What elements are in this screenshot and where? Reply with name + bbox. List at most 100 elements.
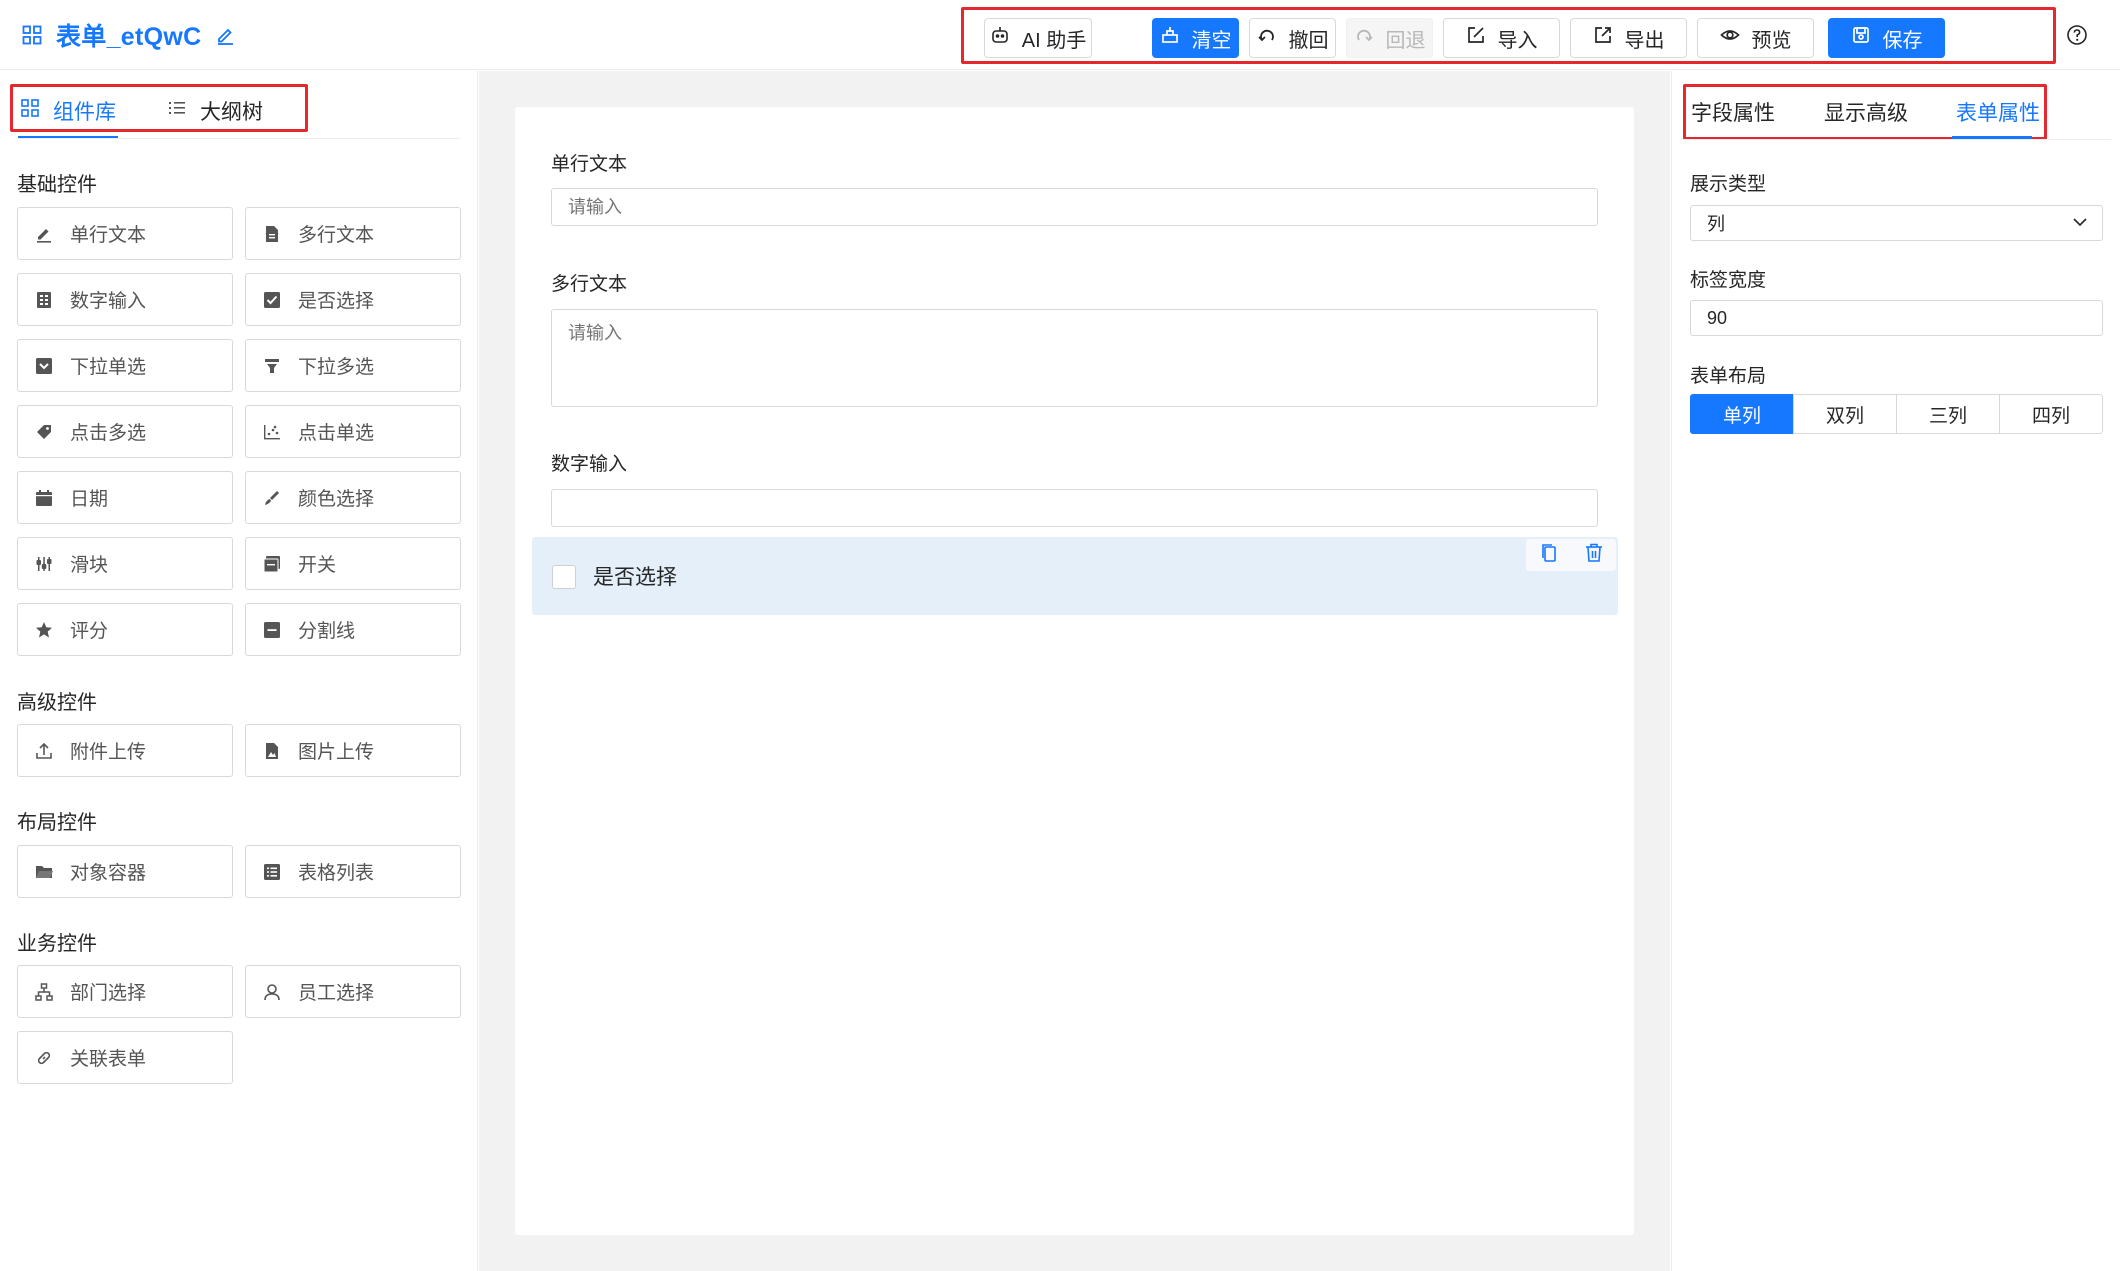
label-width-input[interactable]: 90 [1690,300,2103,336]
component-library-panel: 组件库 大纲树 基础控件 单行文本 多行文本 数字输入 是否选择 下拉单选 下拉… [0,71,478,1271]
component-yes-no[interactable]: 是否选择 [245,273,461,326]
component-rating[interactable]: 评分 [17,603,233,656]
number-input[interactable] [551,489,1598,527]
component-linked-form[interactable]: 关联表单 [17,1031,233,1084]
layout-option-triple[interactable]: 三列 [1896,394,2000,434]
component-label: 点击多选 [70,423,147,444]
display-type-select[interactable]: 列 [1690,205,2103,241]
component-label: 日期 [70,489,109,510]
single-line-text-input[interactable] [551,188,1598,226]
grid-icon [21,99,39,123]
dropdown-square-icon [34,356,54,376]
component-number-input[interactable]: 数字输入 [17,273,233,326]
list-icon [168,99,186,123]
component-date[interactable]: 日期 [17,471,233,524]
layout-option-single[interactable]: 单列 [1690,394,1794,434]
component-label: 部门选择 [70,983,147,1004]
form-layout-label: 表单布局 [1690,366,1767,387]
component-label: 对象容器 [70,863,147,884]
delete-icon[interactable] [1585,543,1603,568]
component-click-single[interactable]: 点击单选 [245,405,461,458]
section-title-business: 业务控件 [17,933,97,955]
divider-icon [262,620,282,640]
redo-label: 回退 [1385,29,1426,52]
component-switch[interactable]: 开关 [245,537,461,590]
component-dropdown-single[interactable]: 下拉单选 [17,339,233,392]
component-label: 分割线 [298,621,356,642]
component-label: 附件上传 [70,742,147,763]
help-icon[interactable] [2066,24,2088,46]
toolbar: AI 助手 清空 撤回 回退 导入 导出 预览 保存 [961,7,2056,64]
selected-field-yes-no[interactable]: 是否选择 [532,537,1618,615]
multi-line-text-input[interactable] [551,309,1598,407]
undo-button[interactable]: 撤回 [1249,18,1336,58]
component-label: 颜色选择 [298,489,375,510]
ai-assistant-button[interactable]: AI 助手 [984,18,1092,58]
component-single-line-text[interactable]: 单行文本 [17,207,233,260]
folder-icon [34,862,54,882]
app-grid-icon[interactable] [22,25,42,45]
tags-icon [34,422,54,442]
component-slider[interactable]: 滑块 [17,537,233,590]
redo-button[interactable]: 回退 [1346,18,1433,58]
undo-label: 撤回 [1288,29,1329,52]
form-layout-segmented: 单列 双列 三列 四列 [1690,394,2103,434]
tabs-divider [18,138,460,139]
properties-panel: 字段属性 显示高级 表单属性 展示类型 列 标签宽度 90 表单布局 单列 双列… [1671,71,2120,1271]
import-label: 导入 [1497,29,1538,52]
component-label: 数字输入 [70,291,147,312]
component-label: 下拉多选 [298,357,375,378]
edit-title-icon[interactable] [215,25,235,45]
component-department-select[interactable]: 部门选择 [17,965,233,1018]
chevron-down-icon [2072,214,2088,235]
component-divider[interactable]: 分割线 [245,603,461,656]
field-actions [1526,539,1616,571]
component-label: 员工选择 [298,983,375,1004]
field-label-number: 数字输入 [551,454,628,475]
eye-icon [1719,25,1740,51]
switch-icon [262,554,282,574]
component-object-container[interactable]: 对象容器 [17,845,233,898]
component-label: 多行文本 [298,225,375,246]
section-title-basic: 基础控件 [17,174,97,196]
export-icon [1593,25,1613,51]
export-button[interactable]: 导出 [1570,18,1687,58]
section-title-advanced: 高级控件 [17,692,97,714]
component-attachment-upload[interactable]: 附件上传 [17,724,233,777]
filter-icon [262,356,282,376]
preview-button[interactable]: 预览 [1697,18,1814,58]
tab-component-library-label: 组件库 [53,101,116,124]
yes-no-checkbox[interactable] [552,565,576,589]
star-icon [34,620,54,640]
import-button[interactable]: 导入 [1443,18,1560,58]
component-table-list[interactable]: 表格列表 [245,845,461,898]
tab-field-properties[interactable]: 字段属性 [1691,97,1775,127]
brush-icon [262,488,282,508]
component-color-picker[interactable]: 颜色选择 [245,471,461,524]
clear-button[interactable]: 清空 [1152,18,1239,58]
component-dropdown-multi[interactable]: 下拉多选 [245,339,461,392]
component-click-multi[interactable]: 点击多选 [17,405,233,458]
copy-icon[interactable] [1540,543,1558,568]
table-list-icon [262,862,282,882]
org-chart-icon [34,982,54,1002]
component-label: 表格列表 [298,863,375,884]
tab-form-properties[interactable]: 表单属性 [1956,97,2040,127]
tab-outline-tree-label: 大纲树 [200,101,263,124]
tab-outline-tree[interactable]: 大纲树 [168,96,263,126]
field-label-single-line: 单行文本 [551,154,628,175]
save-button[interactable]: 保存 [1828,18,1945,58]
tab-component-library[interactable]: 组件库 [21,96,116,126]
layout-option-double[interactable]: 双列 [1793,394,1897,434]
layout-option-quad[interactable]: 四列 [1999,394,2103,434]
calendar-icon [34,488,54,508]
form-canvas[interactable]: 单行文本 多行文本 数字输入 是否选择 [515,107,1634,1235]
component-label: 点击单选 [298,423,375,444]
tab-display-advanced[interactable]: 显示高级 [1824,97,1908,127]
component-multi-line-text[interactable]: 多行文本 [245,207,461,260]
component-employee-select[interactable]: 员工选择 [245,965,461,1018]
component-image-upload[interactable]: 图片上传 [245,724,461,777]
component-label: 滑块 [70,555,109,576]
pen-icon [34,224,54,244]
slider-icon [34,554,54,574]
